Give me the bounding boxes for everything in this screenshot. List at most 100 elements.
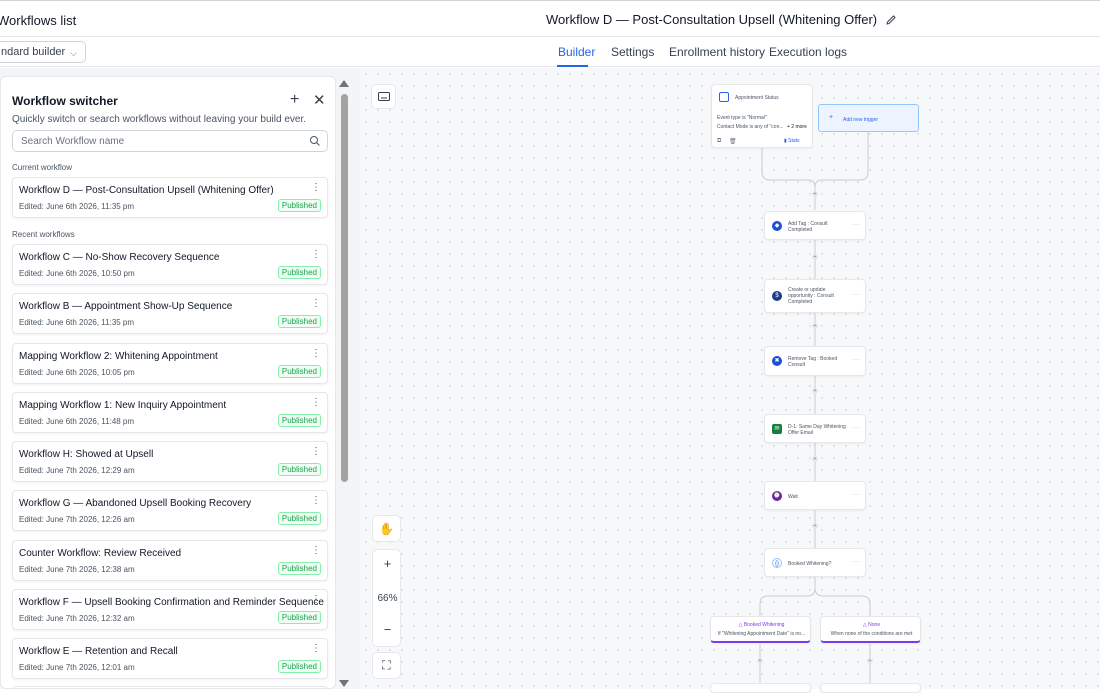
workflow-edited: Edited: June 6th 2026, 10:50 pm (19, 269, 135, 278)
branch-next-node[interactable] (710, 683, 811, 693)
zoom-level: 66% (377, 593, 398, 604)
workflow-name: Workflow B — Appointment Show-Up Sequenc… (19, 301, 233, 312)
workflow-name: Counter Workflow: Review Received (19, 548, 182, 559)
branch-desc: If "Whitening Appointment Date" is no... (717, 631, 806, 637)
workflow-edited: Edited: June 7th 2026, 12:01 am (19, 663, 135, 672)
trigger-filter-line1: Event type is "Normal" (717, 115, 767, 121)
workflow-card[interactable]: Counter Workflow: Review Received Edited… (12, 540, 328, 581)
workflow-name: Workflow G — Abandoned Upsell Booking Re… (19, 498, 252, 509)
kebab-menu-icon[interactable]: ⋮ (311, 299, 321, 309)
kebab-menu-icon[interactable]: ⋮ (311, 398, 321, 408)
workflow-name: Workflow C — No-Show Recovery Sequence (19, 252, 220, 263)
add-step-plus[interactable]: + (812, 523, 818, 529)
keyboard-icon[interactable] (371, 84, 396, 109)
add-step-plus[interactable]: + (812, 456, 818, 462)
add-step-plus[interactable]: + (867, 658, 873, 664)
step-add-tag[interactable]: ◆ Add Tag : Consult Completed ··· (764, 211, 866, 240)
branch-none[interactable]: △ None When none of the conditions are m… (820, 616, 921, 643)
status-badge: Published (277, 512, 321, 525)
status-badge: Published (277, 199, 321, 212)
panel-title: Workflow switcher (12, 94, 118, 108)
add-workflow-icon[interactable]: + (290, 91, 299, 109)
add-step-plus[interactable]: + (812, 191, 818, 197)
branch-icon: {} (772, 557, 782, 568)
search-input[interactable]: Search Workflow name (12, 130, 328, 152)
kebab-menu-icon[interactable]: ⋮ (311, 250, 321, 260)
step-remove-tag[interactable]: ✖ Remove Tag : Booked Consult ··· (764, 346, 866, 376)
close-icon[interactable]: ✕ (313, 91, 326, 109)
workflow-name: Mapping Workflow 1: New Inquiry Appointm… (19, 400, 227, 411)
branch-booked-whitening[interactable]: △ Booked Whitening If "Whitening Appoint… (710, 616, 811, 643)
stats-link[interactable]: ▮ Stats (784, 138, 800, 144)
recent-workflows-label: Recent workflows (12, 230, 75, 239)
workflow-card[interactable]: Workflow C — No-Show Recovery Sequence E… (12, 244, 328, 285)
current-workflow-card[interactable]: Workflow D — Post-Consultation Upsell (W… (12, 177, 328, 218)
kebab-menu-icon[interactable]: ⋮ (311, 183, 321, 193)
add-step-plus[interactable]: + (812, 323, 818, 329)
workflow-edited: Edited: June 7th 2026, 12:29 am (19, 466, 135, 475)
branch-desc: When none of the conditions are met (830, 631, 913, 637)
panel-subtitle: Quickly switch or search workflows witho… (12, 114, 307, 125)
workflow-card[interactable]: Workflow F — Upsell Booking Confirmation… (12, 589, 328, 630)
more-options-icon[interactable]: ··· (853, 357, 859, 363)
workflow-card[interactable]: Workflow B — Appointment Show-Up Sequenc… (12, 293, 328, 334)
kebab-menu-icon[interactable]: ⋮ (311, 595, 321, 605)
step-label: Booked Whitening? (788, 561, 832, 567)
workflow-edited: Edited: June 6th 2026, 11:35 pm (19, 202, 135, 211)
status-badge: Published (277, 660, 321, 673)
add-trigger-label: Add new trigger (843, 117, 879, 123)
add-step-plus[interactable]: + (812, 254, 818, 260)
workflow-card[interactable]: Workflow H: Showed at Upsell Edited: Jun… (12, 441, 328, 482)
zoom-out-button[interactable]: − (373, 622, 402, 637)
workflow-name: Workflow F — Upsell Booking Confirmation… (19, 597, 324, 608)
trash-icon[interactable]: 🗑 (729, 138, 737, 145)
step-if-else[interactable]: {} Booked Whitening? ··· (764, 548, 866, 577)
scroll-down-arrow[interactable] (339, 680, 349, 687)
branch-title-text: None (868, 622, 881, 628)
add-new-trigger-button[interactable]: + Add new trigger (818, 104, 919, 132)
trigger-more[interactable]: + 2 more (787, 124, 807, 130)
branch-next-node[interactable] (820, 683, 921, 693)
zoom-controls: + 66% − (372, 549, 401, 647)
workflow-card[interactable]: Workflow E — Retention and Recall Edited… (12, 638, 328, 679)
trigger-node-appointment-status[interactable]: Appointment Status Event type is "Normal… (711, 84, 813, 148)
kebab-menu-icon[interactable]: ⋮ (311, 496, 321, 506)
workflow-card[interactable]: Mapping Workflow 1: New Inquiry Appointm… (12, 392, 328, 433)
workflow-edited: Edited: June 7th 2026, 12:26 am (19, 515, 135, 524)
status-badge: Published (277, 365, 321, 378)
branch-title-text: Booked Whitening (743, 622, 785, 628)
zoom-in-button[interactable]: + (373, 556, 402, 571)
step-label: Remove Tag : Booked Consult (788, 356, 838, 368)
workflow-card[interactable]: Mapping Workflow 2: Whitening Appointmen… (12, 343, 328, 384)
step-label: Add Tag : Consult Completed (788, 221, 828, 233)
more-options-icon[interactable]: ··· (853, 492, 859, 498)
kebab-menu-icon[interactable]: ⋮ (311, 546, 321, 556)
fit-screen-icon[interactable]: ⛶ (372, 652, 401, 679)
more-options-icon[interactable]: ··· (853, 559, 859, 565)
add-step-plus[interactable]: + (812, 388, 818, 394)
hand-pan-icon[interactable]: ✋ (372, 515, 401, 542)
current-workflow-label: Current workflow (12, 163, 73, 172)
status-badge: Published (277, 562, 321, 575)
workflow-edited: Edited: June 7th 2026, 12:32 am (19, 614, 135, 623)
opportunity-icon: $ (772, 291, 782, 301)
kebab-menu-icon[interactable]: ⋮ (311, 644, 321, 654)
scroll-up-arrow[interactable] (339, 80, 349, 87)
workflow-card[interactable]: Workflow G — Abandoned Upsell Booking Re… (12, 490, 328, 531)
add-step-plus[interactable]: + (757, 658, 763, 664)
workflow-name: Workflow D — Post-Consultation Upsell (W… (19, 185, 274, 196)
step-label: Create or update opportunity : Consult C… (788, 287, 834, 305)
step-create-opportunity[interactable]: $ Create or update opportunity : Consult… (764, 279, 866, 313)
more-options-icon[interactable]: ··· (853, 425, 859, 431)
step-email[interactable]: ✉ D-1: Same Day Whitening Offer Email ··… (764, 414, 866, 443)
copy-icon[interactable]: ⧉ (717, 138, 721, 145)
kebab-menu-icon[interactable]: ⋮ (311, 349, 321, 359)
workflow-edited: Edited: June 7th 2026, 12:38 am (19, 565, 135, 574)
kebab-menu-icon[interactable]: ⋮ (311, 447, 321, 457)
step-wait[interactable]: ⌚ Wait ··· (764, 481, 866, 510)
more-options-icon[interactable]: ··· (853, 222, 859, 228)
more-options-icon[interactable]: ··· (853, 292, 859, 298)
clock-icon: ⌚ (772, 490, 782, 501)
search-icon (310, 136, 320, 146)
scrollbar-thumb[interactable] (341, 94, 348, 482)
